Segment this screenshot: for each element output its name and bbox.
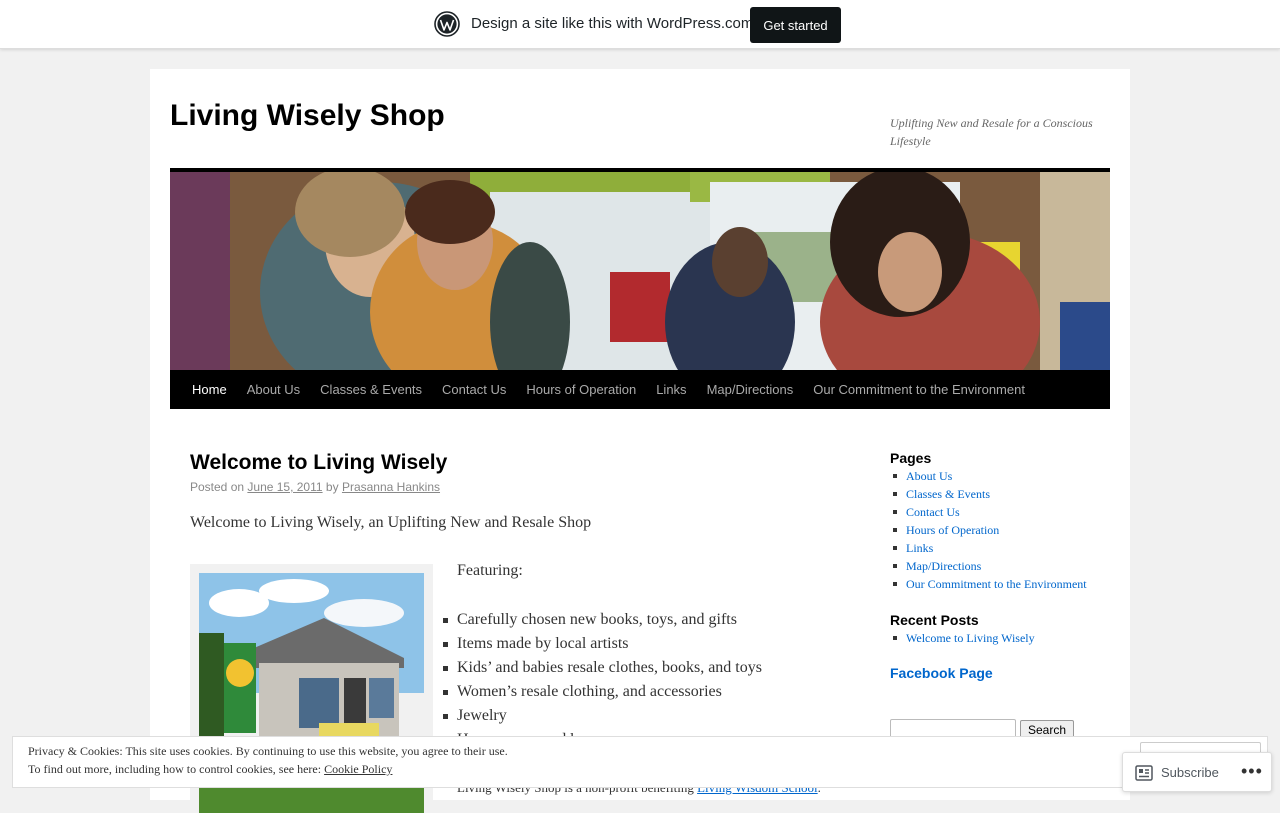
- wordpress-logo-icon[interactable]: [434, 11, 460, 37]
- post-date-link[interactable]: June 15, 2011: [247, 480, 322, 494]
- cookie-more-text: To find out more, including how to contr…: [28, 762, 322, 776]
- post-title[interactable]: Welcome to Living Wisely: [190, 451, 447, 475]
- nav-item-hours[interactable]: Hours of Operation: [516, 382, 646, 397]
- wordpress-banner-text[interactable]: Design a site like this with WordPress.c…: [471, 15, 753, 32]
- by-label: by: [325, 480, 339, 494]
- nav-item-classes-events[interactable]: Classes & Events: [310, 382, 432, 397]
- nav-item-environment[interactable]: Our Commitment to the Environment: [803, 382, 1035, 397]
- facebook-page-link[interactable]: Facebook Page: [890, 665, 993, 681]
- nav-item-about-us[interactable]: About Us: [237, 382, 310, 397]
- cookie-text: Privacy & Cookies: This site uses cookie…: [28, 744, 508, 758]
- nav-item-map-directions[interactable]: Map/Directions: [697, 382, 804, 397]
- reader-icon: [1135, 765, 1153, 781]
- wordpress-banner: Design a site like this with WordPress.c…: [0, 0, 1280, 49]
- main-navigation: Home About Us Classes & Events Contact U…: [170, 370, 1110, 409]
- recent-post-link[interactable]: Welcome to Living Wisely: [890, 629, 1035, 647]
- header-image: [170, 168, 1110, 370]
- pages-list: About Us Classes & Events Contact Us Hou…: [890, 467, 1087, 593]
- list-item: Jewelry: [443, 704, 762, 728]
- sidebar-page-hours[interactable]: Hours of Operation: [890, 521, 1087, 539]
- post-author-link[interactable]: Prasanna Hankins: [342, 480, 440, 494]
- post-meta: Posted on June 15, 2011 by Prasanna Hank…: [190, 480, 440, 494]
- posted-on-label: Posted on: [190, 480, 245, 494]
- post-intro: Welcome to Living Wisely, an Uplifting N…: [190, 514, 592, 531]
- recent-posts-list: Welcome to Living Wisely: [890, 629, 1035, 647]
- sidebar-page-classes-events[interactable]: Classes & Events: [890, 485, 1087, 503]
- cookie-banner: Privacy & Cookies: This site uses cookie…: [12, 736, 1268, 788]
- nav-item-contact-us[interactable]: Contact Us: [432, 382, 516, 397]
- list-item: Carefully chosen new books, toys, and gi…: [443, 608, 762, 632]
- sidebar-page-about-us[interactable]: About Us: [890, 467, 1087, 485]
- cookie-policy-link[interactable]: Cookie Policy: [324, 762, 392, 776]
- sidebar-page-contact-us[interactable]: Contact Us: [890, 503, 1087, 521]
- sidebar-page-links[interactable]: Links: [890, 539, 1087, 557]
- nav-item-home[interactable]: Home: [182, 382, 237, 397]
- page-wrapper: Living Wisely Shop Uplifting New and Res…: [150, 69, 1130, 813]
- cookie-more-info: To find out more, including how to contr…: [28, 762, 392, 777]
- site-description: Uplifting New and Resale for a Conscious…: [890, 116, 1093, 148]
- list-item: Kids’ and babies resale clothes, books, …: [443, 656, 762, 680]
- more-options-icon[interactable]: •••: [1241, 761, 1263, 782]
- subscribe-button[interactable]: Subscribe: [1161, 765, 1219, 780]
- recent-posts-heading: Recent Posts: [890, 612, 979, 628]
- site-title[interactable]: Living Wisely Shop: [170, 99, 445, 133]
- feature-list: Carefully chosen new books, toys, and gi…: [443, 608, 762, 752]
- get-started-button[interactable]: Get started: [750, 7, 841, 43]
- sidebar-page-environment[interactable]: Our Commitment to the Environment: [890, 575, 1087, 593]
- subscribe-widget[interactable]: Subscribe •••: [1122, 752, 1272, 792]
- nav-item-links[interactable]: Links: [646, 382, 696, 397]
- list-item: Women’s resale clothing, and accessories: [443, 680, 762, 704]
- sidebar-page-map-directions[interactable]: Map/Directions: [890, 557, 1087, 575]
- list-item: Items made by local artists: [443, 632, 762, 656]
- featuring-label: Featuring:: [457, 562, 523, 579]
- header-photo: [170, 172, 1110, 370]
- pages-heading: Pages: [890, 450, 932, 466]
